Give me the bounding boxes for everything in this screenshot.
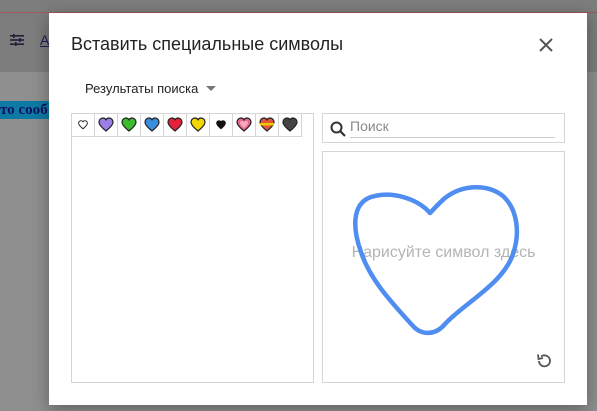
yellow-heart-icon bbox=[190, 117, 206, 132]
search-input[interactable] bbox=[350, 117, 553, 135]
symbol-cell-red-heart[interactable] bbox=[164, 114, 187, 137]
close-icon[interactable] bbox=[537, 36, 555, 54]
dialog-title: Вставить специальные символы bbox=[71, 34, 344, 54]
green-heart-icon bbox=[121, 117, 137, 132]
symbol-cell-blue-heart[interactable] bbox=[141, 114, 164, 137]
reset-icon[interactable] bbox=[535, 352, 553, 370]
category-dropdown-label: Результаты поиска bbox=[85, 81, 199, 96]
symbol-cell-heart-with-ribbon[interactable] bbox=[256, 114, 279, 137]
symbol-cell-purple-heart[interactable] bbox=[95, 114, 118, 137]
tune-icon bbox=[10, 34, 24, 46]
results-grid bbox=[72, 114, 313, 137]
symbol-cell-yellow-heart[interactable] bbox=[187, 114, 210, 137]
symbol-cell-white-heart[interactable] bbox=[72, 114, 95, 137]
symbol-cell-growing-heart[interactable] bbox=[233, 114, 256, 137]
drawing-canvas[interactable]: Нарисуйте символ здесь bbox=[322, 151, 565, 383]
category-dropdown[interactable]: Результаты поиска bbox=[85, 81, 217, 96]
dropdown-arrow-icon bbox=[206, 86, 217, 91]
search-box[interactable] bbox=[322, 113, 565, 143]
heart-with-ribbon-icon bbox=[259, 117, 275, 132]
special-characters-dialog: Вставить специальные символы Результаты … bbox=[49, 13, 587, 405]
search-underline bbox=[350, 137, 555, 138]
purple-heart-icon bbox=[98, 117, 114, 132]
blue-heart-icon bbox=[144, 117, 160, 132]
results-panel bbox=[71, 113, 314, 383]
symbol-cell-green-heart[interactable] bbox=[118, 114, 141, 137]
growing-heart-icon bbox=[236, 117, 252, 132]
drawn-heart-stroke bbox=[353, 185, 520, 336]
black-heart-suit-icon bbox=[216, 120, 226, 130]
search-icon bbox=[330, 121, 346, 137]
background-document-text: то сооб bbox=[0, 101, 52, 119]
symbol-cell-black-heart[interactable] bbox=[279, 114, 302, 137]
white-heart-icon bbox=[78, 120, 88, 130]
red-heart-icon bbox=[167, 117, 183, 132]
black-heart-icon bbox=[282, 117, 298, 132]
symbol-cell-black-heart-suit[interactable] bbox=[210, 114, 233, 137]
background-toolbar-link: A bbox=[40, 32, 50, 48]
